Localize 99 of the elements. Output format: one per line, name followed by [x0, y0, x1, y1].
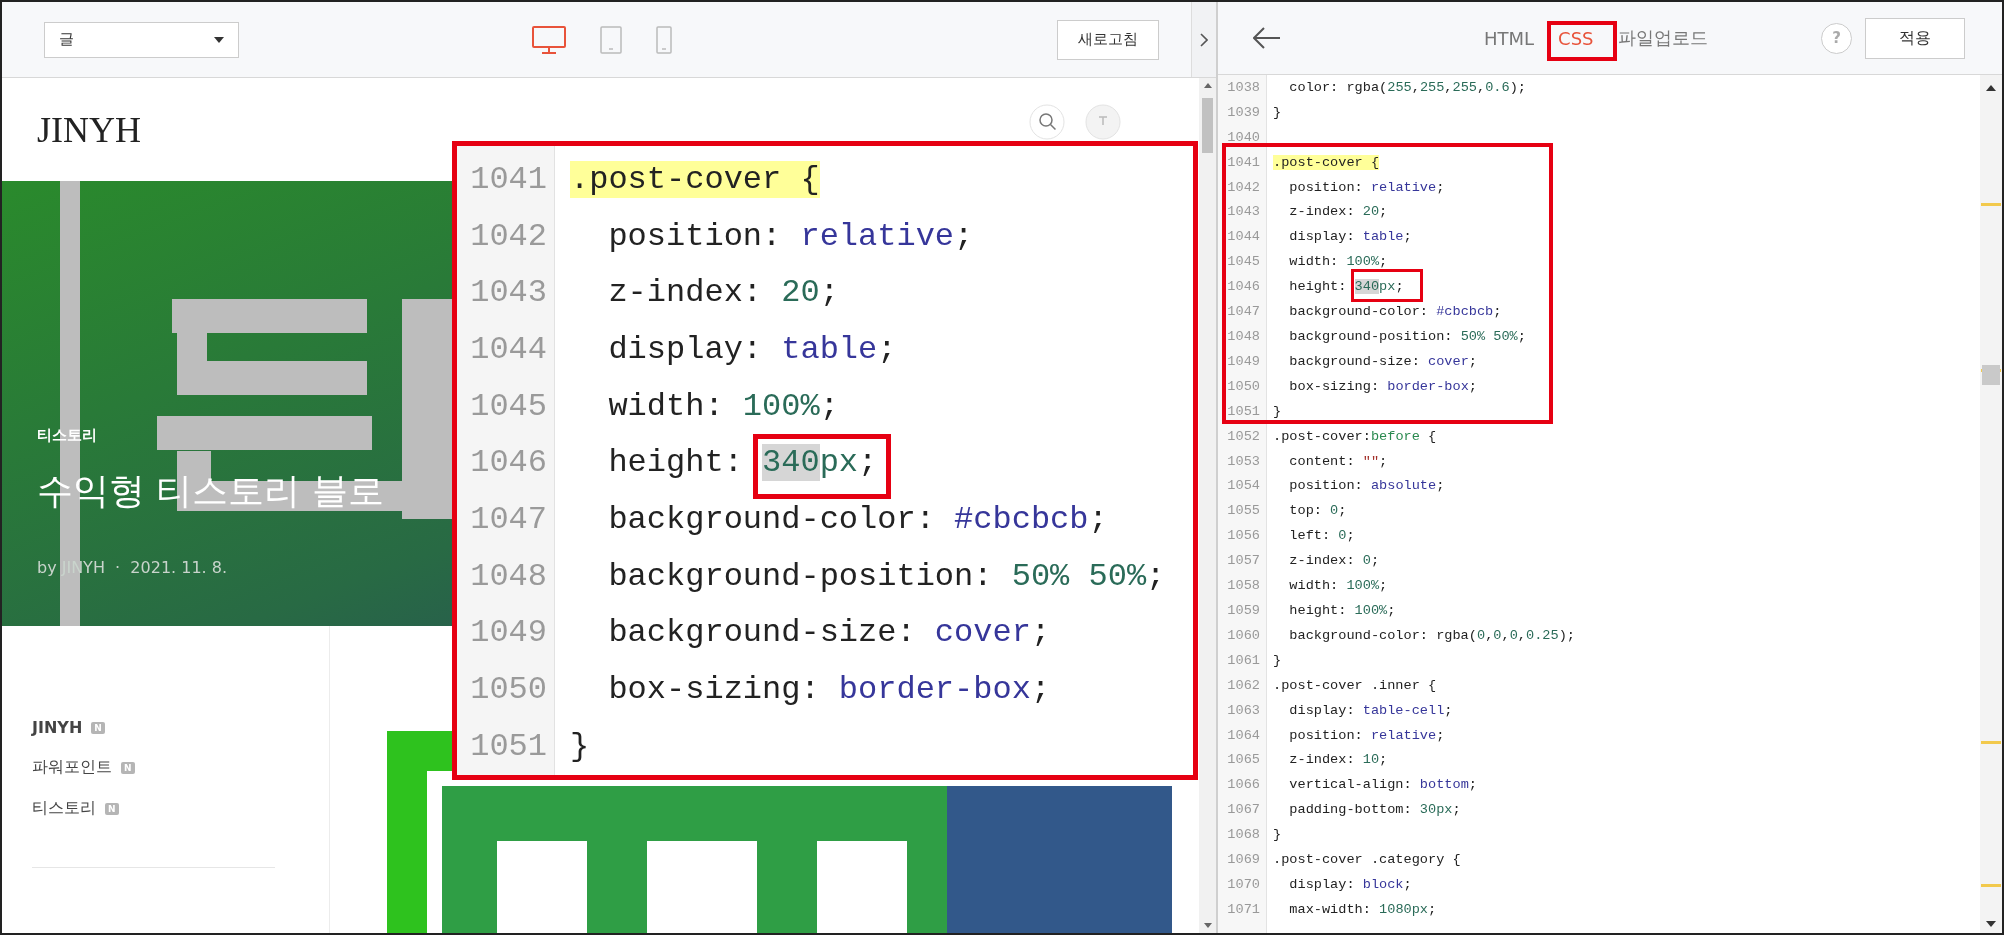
code-line: display: block;: [1288, 876, 1412, 892]
code-line: }: [1273, 104, 1282, 120]
line-number: 1047: [469, 500, 547, 538]
view-select[interactable]: 글: [44, 21, 239, 58]
line-number: 1045: [1226, 254, 1260, 270]
line-number: 1049: [1226, 353, 1260, 369]
line-number: 1041: [1226, 154, 1260, 170]
line-number: 1071: [1226, 901, 1260, 917]
tab[interactable]: 파일업로드: [1617, 26, 1708, 50]
code-line: }: [1273, 403, 1282, 419]
line-number: 1061: [1226, 652, 1260, 668]
line-number: 1065: [1226, 752, 1260, 768]
line-number: 1070: [1226, 876, 1260, 892]
line-number: 1059: [1226, 603, 1260, 618]
code-line: display: table;: [607, 330, 897, 368]
code-line: height: 100%;: [1288, 603, 1396, 618]
line-number: 1044: [469, 330, 547, 368]
code-line: }: [1273, 827, 1282, 843]
category-link[interactable]: JINYH: [32, 718, 83, 737]
line-number: 1055: [1226, 503, 1260, 519]
line-number: 1069: [1226, 852, 1260, 868]
code-line: background-position: 50% 50%;: [1288, 329, 1526, 344]
line-number: 1053: [1226, 453, 1260, 469]
code-line: background-color: #cbcbcb;: [607, 500, 1108, 538]
tab[interactable]: HTML: [1484, 27, 1535, 49]
code-line: display: table-cell;: [1288, 702, 1453, 718]
line-number: 1060: [1226, 627, 1260, 643]
line-number: 1062: [1226, 677, 1260, 693]
new-badge: N: [105, 802, 119, 815]
code-line: width: 100%;: [607, 387, 839, 425]
code-line: display: table;: [1288, 229, 1412, 245]
new-badge: N: [91, 721, 105, 734]
category-link[interactable]: 파워포인트: [32, 757, 112, 778]
line-number: 1042: [1226, 179, 1260, 195]
line-number: 1048: [1226, 329, 1260, 344]
code-line: .post-cover .category {: [1273, 852, 1461, 868]
code-line: box-sizing: border-box;: [607, 671, 1051, 709]
line-number: 1051: [1226, 403, 1260, 419]
code-line: width: 100%;: [1288, 254, 1388, 270]
new-badge: N: [121, 761, 135, 774]
code-line: top: 0;: [1288, 503, 1347, 519]
code-line: }: [570, 727, 590, 765]
refresh-button[interactable]: 새로고침: [1057, 19, 1159, 60]
line-number: 1057: [1226, 553, 1260, 569]
line-number: 1046: [1226, 279, 1260, 295]
code-line: background-position: 50% 50%;: [607, 557, 1166, 595]
code-line: .post-cover:before {: [1273, 428, 1437, 444]
line-number: 1067: [1226, 802, 1260, 818]
category-link[interactable]: 티스토리: [32, 798, 96, 819]
line-number: 1039: [1226, 104, 1260, 120]
code-line: content: "";: [1288, 453, 1388, 469]
line-number: 1038: [1226, 79, 1260, 95]
line-number: 1049: [469, 614, 547, 652]
line-number: 1068: [1226, 827, 1260, 843]
line-number: 1066: [1226, 777, 1260, 793]
blog-title[interactable]: JINYH: [37, 108, 141, 151]
code-line: position: absolute;: [1288, 478, 1445, 494]
line-number: 1046: [469, 444, 547, 482]
line-number: 1041: [469, 160, 547, 198]
line-number: 1040: [1226, 129, 1260, 145]
code-line: color: rgba(255,255,255,0.6);: [1288, 79, 1526, 95]
line-number: 1048: [469, 557, 547, 595]
line-number: 1056: [1226, 528, 1260, 544]
line-number: 1045: [469, 387, 547, 425]
line-number: 1063: [1226, 702, 1260, 718]
line-number: 1054: [1226, 478, 1260, 494]
line-number: 1050: [1226, 378, 1260, 394]
code-line: z-index: 10;: [1288, 752, 1388, 768]
code-line: }: [1273, 652, 1282, 668]
line-number: 1058: [1226, 578, 1260, 594]
code-line: background-size: cover;: [1288, 353, 1477, 369]
code-line: box-sizing: border-box;: [1288, 378, 1477, 394]
line-number: 1043: [469, 274, 547, 312]
code-line: height: 340px;: [607, 444, 878, 482]
code-line: position: relative;: [1288, 727, 1445, 743]
line-number: 1064: [1226, 727, 1260, 743]
code-line: position: relative;: [1288, 179, 1445, 195]
line-number: 1052: [1226, 428, 1260, 444]
line-number: 1047: [1226, 304, 1260, 320]
line-number: 1050: [469, 671, 547, 709]
apply-button[interactable]: 적용: [1865, 17, 1965, 59]
code-line: vertical-align: bottom;: [1288, 777, 1477, 793]
code-line: left: 0;: [1288, 528, 1355, 544]
code-line: max-width: 1080px;: [1288, 901, 1437, 917]
code-line: padding-bottom: 30px;: [1288, 802, 1461, 818]
line-number: 1043: [1226, 204, 1260, 220]
code-line: height: 340px;: [1288, 279, 1404, 295]
code-line: z-index: 20;: [607, 274, 839, 312]
line-number: 1051: [469, 727, 547, 765]
code-line: .post-cover .inner {: [1273, 677, 1437, 693]
code-line: position: relative;: [607, 217, 974, 255]
code-line: width: 100%;: [1288, 578, 1388, 594]
code-line: background-color: rgba(0,0,0,0.25);: [1288, 627, 1575, 643]
line-number: 1042: [469, 217, 547, 255]
code-line: z-index: 0;: [1288, 553, 1380, 569]
code-line: background-color: #cbcbcb;: [1288, 304, 1502, 320]
code-line: z-index: 20;: [1288, 204, 1388, 220]
line-number: 1044: [1226, 229, 1260, 245]
code-line: background-size: cover;: [607, 614, 1051, 652]
